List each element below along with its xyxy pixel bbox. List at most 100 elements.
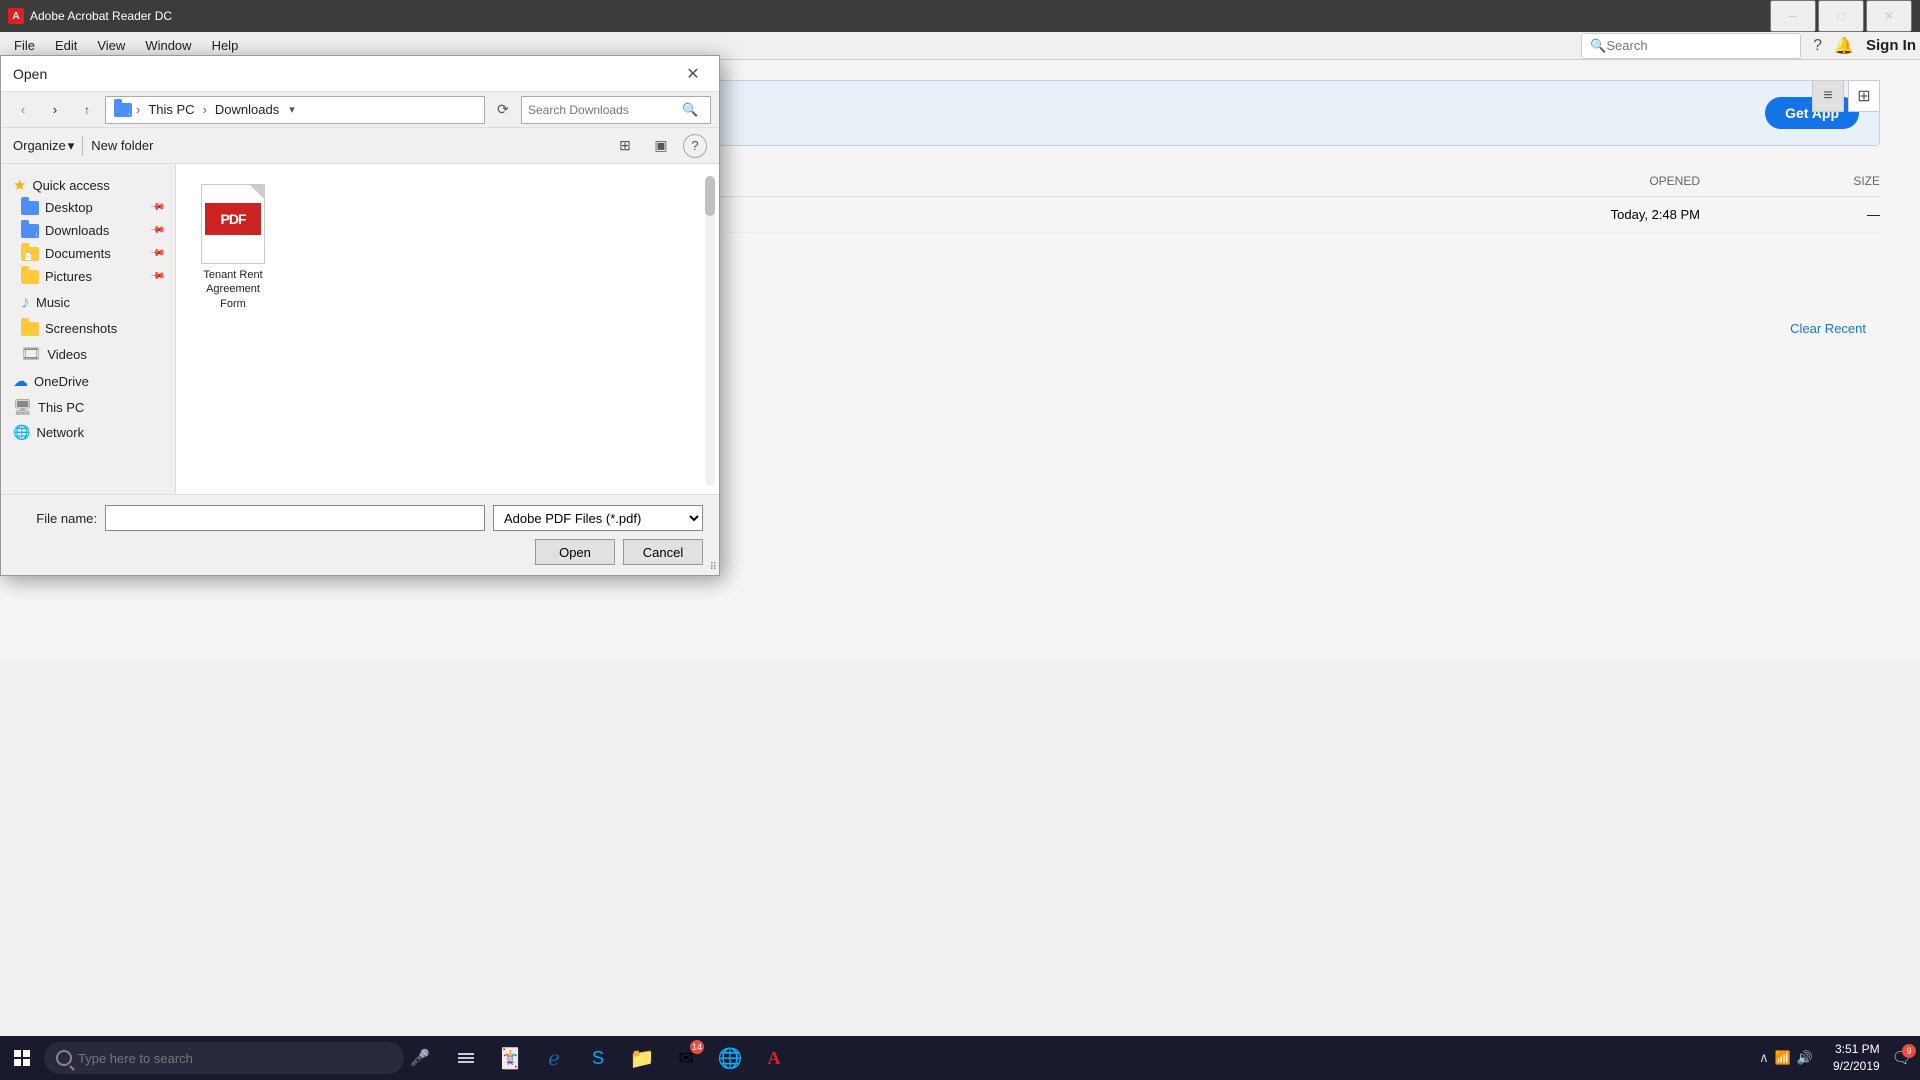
- sign-in-button[interactable]: Sign In: [1866, 37, 1916, 54]
- organize-button[interactable]: Organize ▾: [13, 138, 74, 154]
- file-explorer-app[interactable]: 📁: [620, 1036, 664, 1080]
- sidebar-item-network[interactable]: 🌐 Network: [1, 420, 175, 445]
- close-button[interactable]: ✕: [1866, 0, 1912, 32]
- refresh-button[interactable]: ⟳: [489, 96, 517, 124]
- list-item[interactable]: PDF Tenant Rent Agreement Form: [188, 176, 278, 319]
- menu-file[interactable]: File: [4, 34, 45, 57]
- notification-count: 9: [1902, 1044, 1916, 1058]
- solitaire-icon: 🃏: [498, 1046, 523, 1071]
- dialog-close-button[interactable]: ✕: [679, 60, 707, 88]
- nav-forward-button[interactable]: ›: [41, 96, 69, 124]
- sidebar-videos-label: Videos: [47, 347, 87, 362]
- open-dialog: Open ✕ ‹ › ↑ ↓ › This PC › Downloads ▾ ⟳…: [0, 55, 720, 576]
- sidebar-thispc-label: This PC: [38, 400, 84, 415]
- chrome-app[interactable]: 🌐: [708, 1036, 752, 1080]
- network-tray-icon[interactable]: 📶: [1775, 1050, 1791, 1066]
- sidebar-quick-access-header: ★ Quick access: [1, 172, 175, 196]
- sidebar-item-downloads[interactable]: ↓ Downloads 📌: [1, 219, 175, 242]
- nav-back-button[interactable]: ‹: [9, 96, 37, 124]
- view-mode-button[interactable]: ⊞: [611, 132, 639, 160]
- pin-icon: 📌: [148, 199, 165, 216]
- cancel-button[interactable]: Cancel: [623, 539, 703, 565]
- sidebar-item-music[interactable]: ♪ Music: [1, 288, 175, 317]
- new-folder-button[interactable]: New folder: [91, 138, 153, 153]
- mail-app[interactable]: ✉ 14: [664, 1036, 708, 1080]
- desktop-folder-icon: [21, 201, 39, 215]
- sidebar-downloads-label: Downloads: [45, 223, 109, 238]
- details-pane-button[interactable]: ▣: [647, 132, 675, 160]
- resize-handle[interactable]: ⠿: [707, 563, 719, 575]
- volume-icon[interactable]: 🔊: [1797, 1050, 1813, 1066]
- menu-view[interactable]: View: [87, 34, 135, 57]
- solitaire-app[interactable]: 🃏: [488, 1036, 532, 1080]
- sidebar-item-documents[interactable]: 📄 Documents 📌: [1, 242, 175, 265]
- sidebar-item-pictures[interactable]: Pictures 📌: [1, 265, 175, 288]
- menu-window[interactable]: Window: [135, 34, 201, 57]
- sidebar-network-label: Network: [36, 425, 84, 440]
- divider: [82, 136, 83, 156]
- scrollbar-thumb[interactable]: [705, 176, 715, 216]
- dialog-main: ★ Quick access Desktop 📌 ↓ Downloads 📌: [1, 164, 719, 494]
- dialog-toolbar: Organize ▾ New folder ⊞ ▣ ?: [1, 128, 719, 164]
- maximize-button[interactable]: □: [1818, 0, 1864, 32]
- videos-icon: 🎞: [21, 344, 41, 364]
- taskbar-search[interactable]: [44, 1042, 404, 1074]
- search-box-dialog[interactable]: 🔍: [521, 96, 711, 124]
- edge-app[interactable]: ℯ: [532, 1036, 576, 1080]
- task-view-icon: [458, 1053, 474, 1063]
- notifications-icon[interactable]: 🔔: [1834, 36, 1854, 56]
- dialog-buttons: Open Cancel: [17, 539, 703, 565]
- taskbar-mic-button[interactable]: 🎤: [404, 1042, 436, 1074]
- menu-edit[interactable]: Edit: [45, 34, 87, 57]
- sidebar-onedrive-label: OneDrive: [34, 374, 89, 389]
- pin-icon-dl: 📌: [148, 222, 165, 239]
- breadcrumb-sep2: ›: [203, 102, 207, 117]
- sidebar-screenshots-label: Screenshots: [45, 321, 117, 336]
- breadcrumb-downloads[interactable]: Downloads: [211, 100, 283, 119]
- sidebar-item-thispc[interactable]: 🖥 This PC: [1, 394, 175, 420]
- clock[interactable]: 3:51 PM 9/2/2019: [1825, 1041, 1888, 1075]
- open-button[interactable]: Open: [535, 539, 615, 565]
- sidebar-pictures-label: Pictures: [45, 269, 92, 284]
- file-item-name: Tenant Rent Agreement Form: [196, 268, 270, 311]
- dialog-bottom: File name: Adobe PDF Files (*.pdf) Open …: [1, 494, 719, 575]
- dialog-help-button[interactable]: ?: [683, 134, 707, 158]
- taskbar-right: ∧ 📶 🔊 3:51 PM 9/2/2019 🗨 9: [1751, 1041, 1920, 1075]
- search-dialog-input[interactable]: [528, 103, 678, 117]
- network-icon: 🌐: [13, 424, 30, 441]
- sidebar-item-videos[interactable]: 🎞 Videos: [1, 340, 175, 368]
- notification-center[interactable]: 🗨 9: [1892, 1048, 1912, 1068]
- acrobat-taskbar-icon: A: [768, 1048, 781, 1069]
- file-name-field[interactable]: [105, 505, 485, 531]
- breadcrumb-thispc[interactable]: This PC: [144, 100, 198, 119]
- start-button[interactable]: [0, 1036, 44, 1080]
- grid-view-button[interactable]: ⊞: [1848, 80, 1880, 112]
- breadcrumb-bar: ↓ › This PC › Downloads ▾: [105, 96, 485, 124]
- file-type-select[interactable]: Adobe PDF Files (*.pdf): [493, 505, 703, 531]
- nav-up-button[interactable]: ↑: [73, 96, 101, 124]
- acrobat-taskbar-app[interactable]: A: [752, 1036, 796, 1080]
- menu-help[interactable]: Help: [202, 34, 249, 57]
- sidebar-item-screenshots[interactable]: Screenshots: [1, 317, 175, 340]
- star-icon: ★: [13, 176, 26, 194]
- show-hidden-icon[interactable]: ∧: [1759, 1050, 1769, 1066]
- sidebar-item-desktop[interactable]: Desktop 📌: [1, 196, 175, 219]
- scrollbar-track[interactable]: [705, 176, 715, 486]
- clear-recent-button[interactable]: Clear Recent: [1790, 321, 1866, 336]
- search-input[interactable]: [1606, 38, 1786, 53]
- sidebar-desktop-label: Desktop: [45, 200, 93, 215]
- sidebar-item-onedrive[interactable]: ☁ OneDrive: [1, 368, 175, 394]
- task-view-button[interactable]: [444, 1036, 488, 1080]
- documents-folder-icon: 📄: [21, 247, 39, 261]
- acrobat-search-box[interactable]: 🔍: [1581, 33, 1801, 59]
- list-view-button[interactable]: ≡: [1812, 80, 1844, 112]
- onedrive-icon: ☁: [13, 372, 28, 390]
- help-icon[interactable]: ?: [1813, 37, 1822, 55]
- skype-app[interactable]: S: [576, 1036, 620, 1080]
- minimize-button[interactable]: ─: [1770, 0, 1816, 32]
- skype-icon: S: [592, 1048, 604, 1069]
- chrome-icon: 🌐: [718, 1046, 743, 1071]
- breadcrumb-expand-button[interactable]: ▾: [287, 103, 297, 116]
- taskbar-search-input[interactable]: [78, 1051, 358, 1066]
- file-explorer-icon: 📁: [630, 1046, 655, 1071]
